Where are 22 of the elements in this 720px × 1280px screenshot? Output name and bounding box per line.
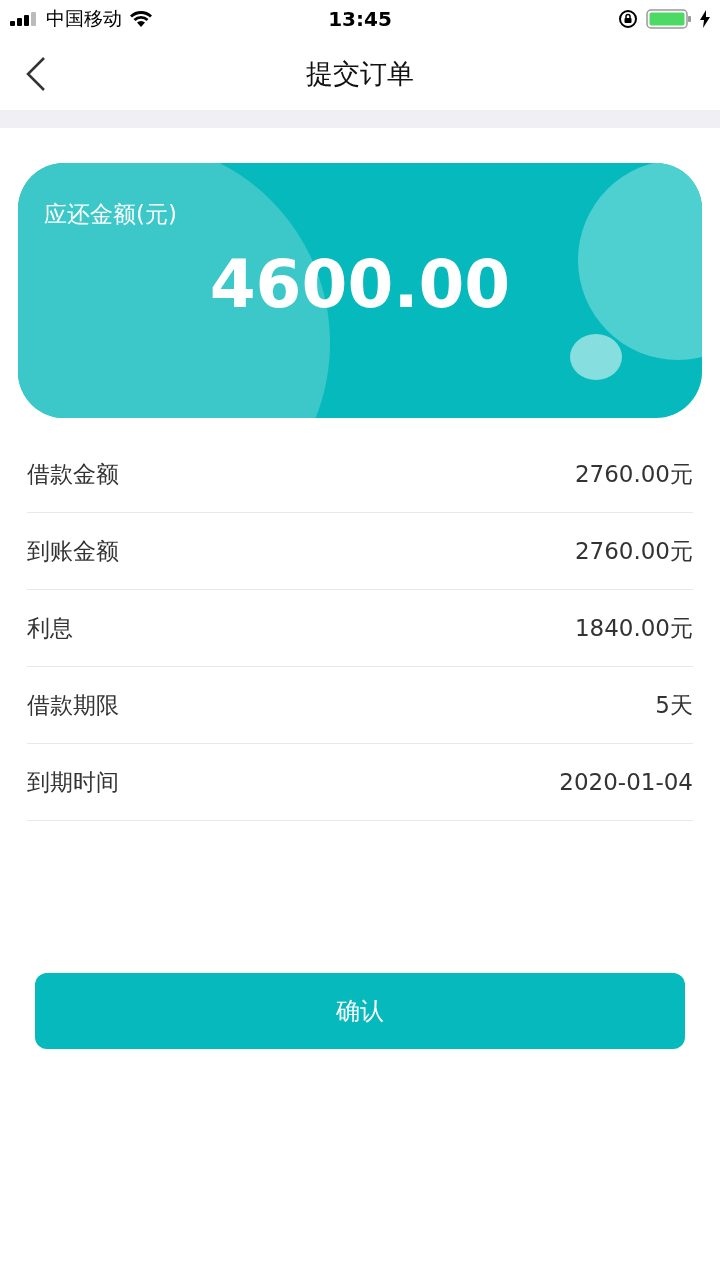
page-title: 提交订单 (306, 57, 414, 91)
detail-label: 借款期限 (27, 690, 119, 720)
back-icon[interactable] (26, 57, 46, 91)
charging-icon (700, 10, 710, 28)
carrier-name: 中国移动 (46, 6, 122, 31)
amount-value: 4600.00 (209, 246, 511, 323)
detail-label: 利息 (27, 613, 73, 643)
detail-label: 到期时间 (27, 767, 119, 797)
detail-value: 2020-01-04 (559, 769, 693, 795)
detail-value: 2760.00元 (574, 536, 693, 566)
detail-value: 2760.00元 (574, 459, 693, 489)
battery-icon (646, 9, 692, 29)
signal-icon (10, 12, 38, 26)
wifi-icon (130, 11, 152, 27)
clock-time: 13:45 (328, 7, 392, 31)
detail-label: 到账金额 (27, 536, 119, 566)
detail-label: 借款金额 (27, 459, 119, 489)
detail-value: 5天 (655, 690, 693, 720)
rotation-lock-icon (618, 9, 638, 29)
detail-value: 1840.00元 (574, 613, 693, 643)
confirm-button[interactable]: 确认 (35, 973, 685, 1049)
amount-label: 应还金额(元) (44, 200, 177, 229)
